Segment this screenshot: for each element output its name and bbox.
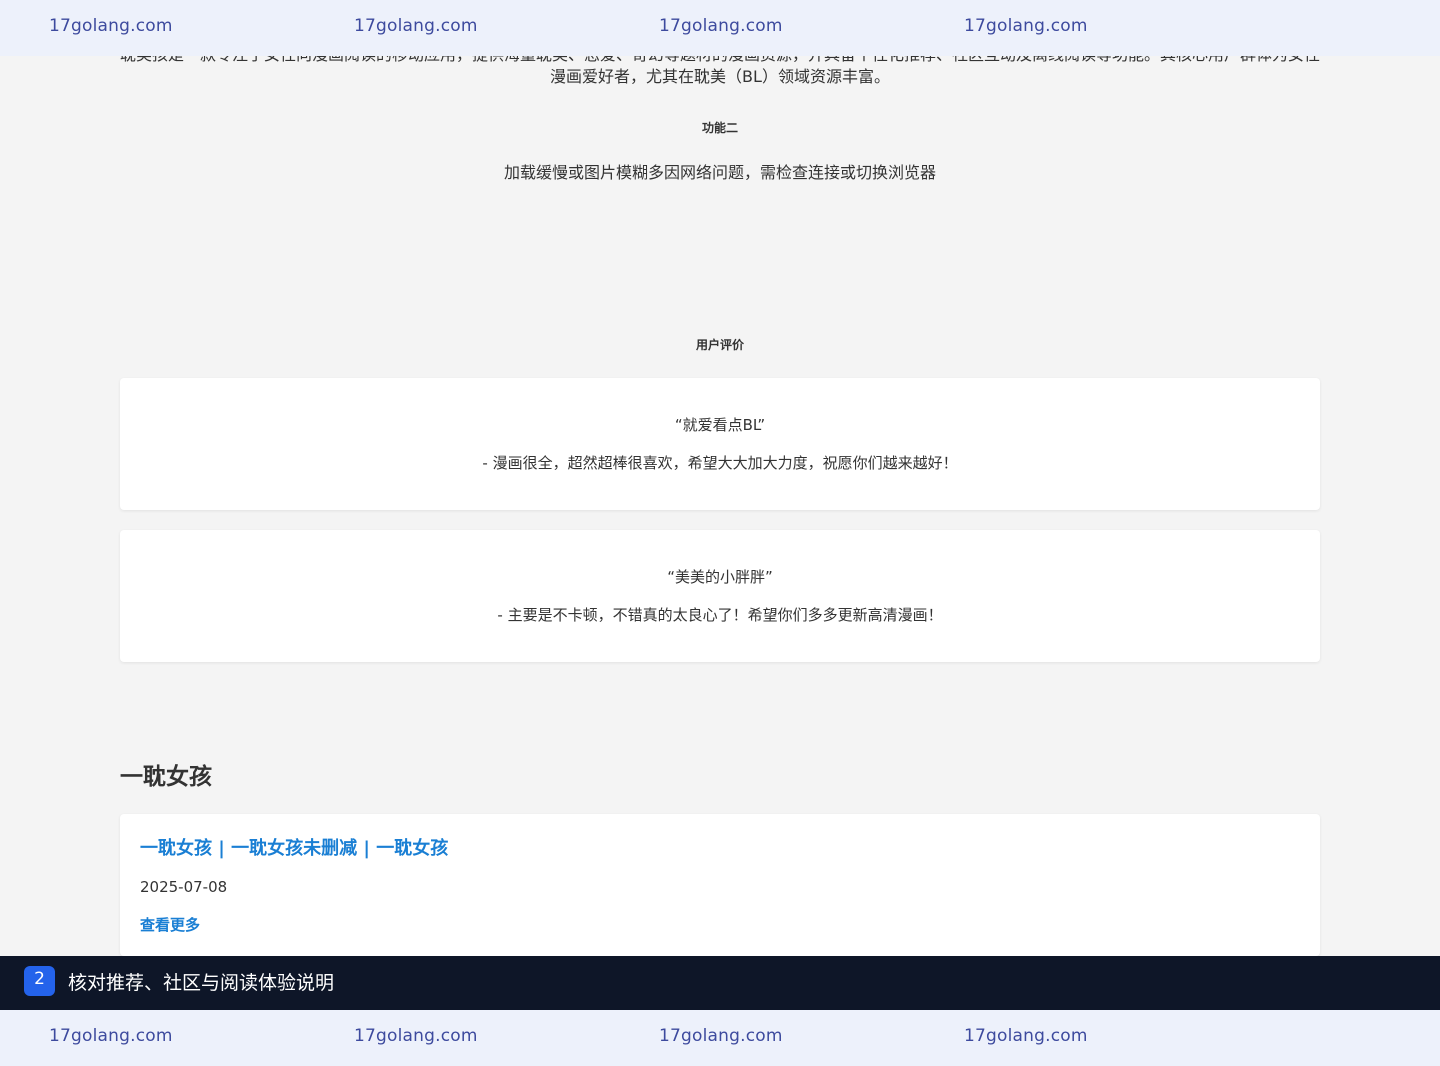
watermark-text: 17golang.com <box>354 16 478 36</box>
review-title: “美美的小胖胖” <box>667 568 773 586</box>
watermark-text: 17golang.com <box>659 1026 783 1046</box>
watermark-bar-bottom: 17golang.com 17golang.com 17golang.com 1… <box>0 1010 1440 1066</box>
watermark-text: 17golang.com <box>659 16 783 36</box>
page: 耽美孩是一款专注于女性向漫画阅读的移动应用，提供海量耽美、恋爱、奇幻等题材的漫画… <box>0 0 1440 1066</box>
view-more-link[interactable]: 查看更多 <box>140 914 200 935</box>
step-number-badge: 2 <box>24 966 55 996</box>
site-heading: 一耽女孩 <box>120 764 212 790</box>
watermark-text: 17golang.com <box>49 1026 173 1046</box>
review-title: “就爱看点BL” <box>674 416 766 434</box>
watermark-text: 17golang.com <box>964 1026 1088 1046</box>
review-card: “就爱看点BL” - 漫画很全，超然超棒很喜欢，希望大大加大力度，祝愿你们越来越… <box>120 378 1320 510</box>
feature-label: 功能二 <box>701 121 738 135</box>
article-date: 2025-07-08 <box>140 878 228 896</box>
feature-description: 加载缓慢或图片模糊多因网络问题，需检查连接或切换浏览器 <box>503 163 936 182</box>
step-banner: 2 核对推荐、社区与阅读体验说明 <box>0 956 1440 1010</box>
review-body: - 主要是不卡顿，不错真的太良心了！希望你们多多更新高清漫画！ <box>497 606 943 624</box>
review-card: “美美的小胖胖” - 主要是不卡顿，不错真的太良心了！希望你们多多更新高清漫画！ <box>120 530 1320 662</box>
review-body: - 漫画很全，超然超棒很喜欢，希望大大加大力度，祝愿你们越来越好！ <box>482 454 958 472</box>
watermark-text: 17golang.com <box>354 1026 478 1046</box>
watermark-text: 17golang.com <box>49 16 173 36</box>
article-card: 一耽女孩 | 一耽女孩未删减 | 一耽女孩 2025-07-08 查看更多 <box>120 814 1320 956</box>
article-title-link[interactable]: 一耽女孩 | 一耽女孩未删减 | 一耽女孩 <box>140 834 448 860</box>
step-banner-title: 核对推荐、社区与阅读体验说明 <box>68 972 335 994</box>
watermark-text: 17golang.com <box>964 16 1088 36</box>
watermark-bar-top: 17golang.com 17golang.com 17golang.com 1… <box>0 0 1440 56</box>
reviews-label: 用户评价 <box>695 338 744 352</box>
